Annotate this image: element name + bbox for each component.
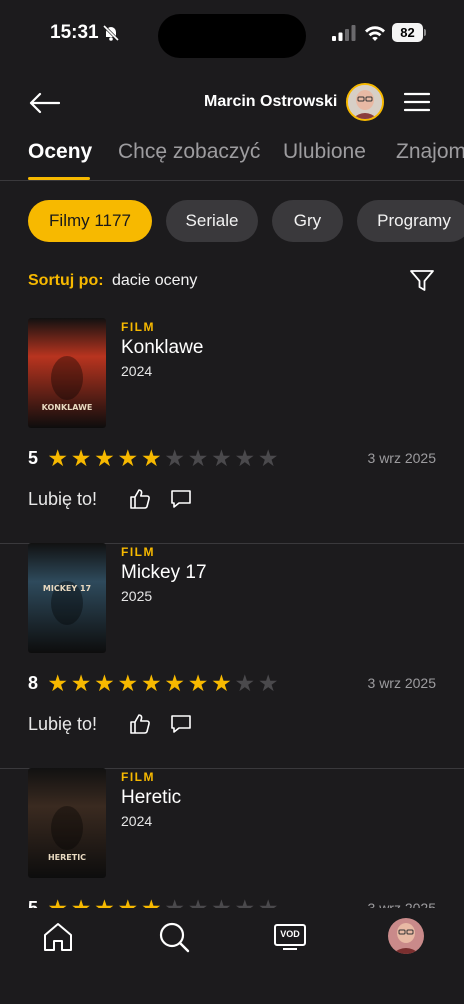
poster-image: HERETIC [28,768,106,878]
tab-bar: Oceny Chcę zobaczyć Ulubione Znajom [0,134,464,181]
movie-title[interactable]: Konklawe [121,337,203,359]
star-rating[interactable]: ★★★★★★★★★★ [46,446,280,470]
movie-row[interactable]: KONKLAWE FILM Konklawe 2024 5 ★ ★ ★ ★ ★ ★ ★ ★ ★ ★… [0,318,464,544]
chip-seriale[interactable]: Seriale [166,200,258,242]
bottom-navigation: VOD [0,908,464,1004]
screen: 15:31 82 Marcin Ostrowski Oceny Chcę zob… [0,0,464,1004]
status-bar: 15:31 82 [0,0,464,66]
tab-znajomi[interactable]: Znajom [396,140,464,164]
cellular-signal-icon [332,25,356,41]
star-filled-icon[interactable]: ★ [140,446,163,470]
poster-title: MICKEY 17 [43,584,91,593]
sort-row: Sortuj po: dacie oceny [28,270,436,296]
movie-row[interactable]: MICKEY 17 FILM Mickey 17 2025 8 ★ ★ ★ ★ ★ ★ ★ ★… [0,543,464,769]
star-empty-icon[interactable]: ★ [210,446,233,470]
comment-icon[interactable] [170,713,192,735]
user-avatar[interactable] [346,83,384,121]
search-icon[interactable] [157,920,191,954]
action-row: Lubię to! [28,714,228,738]
movie-kind: FILM [121,320,155,334]
movie-kind: FILM [121,545,155,559]
like-label[interactable]: Lubię to! [28,489,97,510]
star-filled-icon[interactable]: ★ [116,446,139,470]
category-chips: Filmy 1177 Seriale Gry Programy [0,200,464,244]
tab-ulubione[interactable]: Ulubione [283,140,366,164]
hamburger-menu-icon[interactable] [404,92,430,112]
thumbs-up-icon[interactable] [128,712,152,736]
chip-gry[interactable]: Gry [272,200,343,242]
star-filled-icon[interactable]: ★ [116,671,139,695]
chip-filmy[interactable]: Filmy 1177 [28,200,152,242]
rating-value: 8 [28,673,39,693]
star-empty-icon[interactable]: ★ [186,446,209,470]
thumbs-up-icon[interactable] [128,487,152,511]
sort-label: Sortuj po: [28,272,104,289]
star-filled-icon[interactable]: ★ [163,671,186,695]
rating-row: 8 ★ ★ ★ ★ ★ ★ ★ ★ ★ ★ 3 wrz 2025 [28,671,436,697]
star-filled-icon[interactable]: ★ [46,671,69,695]
battery-level: 82 [392,23,423,42]
profile-avatar-image [388,918,424,954]
active-tab-indicator [28,177,90,180]
chip-programy[interactable]: Programy [357,200,464,242]
comment-icon[interactable] [170,488,192,510]
movie-year: 2024 [121,813,153,829]
movie-poster[interactable]: HERETIC [28,768,106,878]
star-empty-icon[interactable]: ★ [233,446,256,470]
profile-avatar[interactable] [388,918,424,954]
battery-tip [424,29,426,36]
vod-button[interactable]: VOD [273,920,307,954]
star-filled-icon[interactable]: ★ [93,671,116,695]
avatar-image [348,85,382,119]
poster-title: KONKLAWE [42,403,93,412]
star-filled-icon[interactable]: ★ [69,671,92,695]
movie-kind: FILM [121,770,155,784]
battery-indicator: 82 [392,23,426,42]
back-button[interactable] [28,86,68,120]
like-label[interactable]: Lubię to! [28,714,97,735]
rating-value: 5 [28,448,39,468]
star-empty-icon[interactable]: ★ [163,446,186,470]
movie-year: 2024 [121,363,153,379]
status-time: 15:31 [50,22,99,43]
filter-icon[interactable] [409,268,435,294]
star-empty-icon[interactable]: ★ [233,671,256,695]
vod-label: VOD [280,929,300,939]
tab-oceny[interactable]: Oceny [28,140,92,164]
rating-date: 3 wrz 2025 [367,675,436,691]
home-icon[interactable] [41,920,75,954]
star-filled-icon[interactable]: ★ [186,671,209,695]
movie-poster[interactable]: MICKEY 17 [28,543,106,653]
star-rating[interactable]: ★★★★★★★★★★ [46,671,280,695]
star-empty-icon[interactable]: ★ [257,446,280,470]
movie-year: 2025 [121,588,153,604]
user-name: Marcin Ostrowski [204,93,338,110]
star-filled-icon[interactable]: ★ [93,446,116,470]
poster-image: KONKLAWE [28,318,106,428]
star-filled-icon[interactable]: ★ [69,446,92,470]
app-header: Marcin Ostrowski [0,70,464,134]
star-filled-icon[interactable]: ★ [140,671,163,695]
star-empty-icon[interactable]: ★ [257,671,280,695]
star-filled-icon[interactable]: ★ [210,671,233,695]
wifi-icon [365,26,385,41]
movie-poster[interactable]: KONKLAWE [28,318,106,428]
poster-title: HERETIC [48,853,86,862]
bell-off-icon [102,24,120,42]
dynamic-island [158,14,306,58]
sort-value[interactable]: dacie oceny [112,272,197,289]
action-row: Lubię to! [28,489,228,513]
rating-row: 5 ★★★★★★★★★★ 3 wrz 2025 [28,446,436,472]
rating-date: 3 wrz 2025 [367,450,436,466]
back-arrow-icon [29,92,60,114]
movie-title[interactable]: Mickey 17 [121,562,207,584]
movie-title[interactable]: Heretic [121,787,181,809]
poster-image: MICKEY 17 [28,543,106,653]
tab-chce-zobaczyc[interactable]: Chcę zobaczyć [118,140,260,164]
star-filled-icon[interactable]: ★ [46,446,69,470]
